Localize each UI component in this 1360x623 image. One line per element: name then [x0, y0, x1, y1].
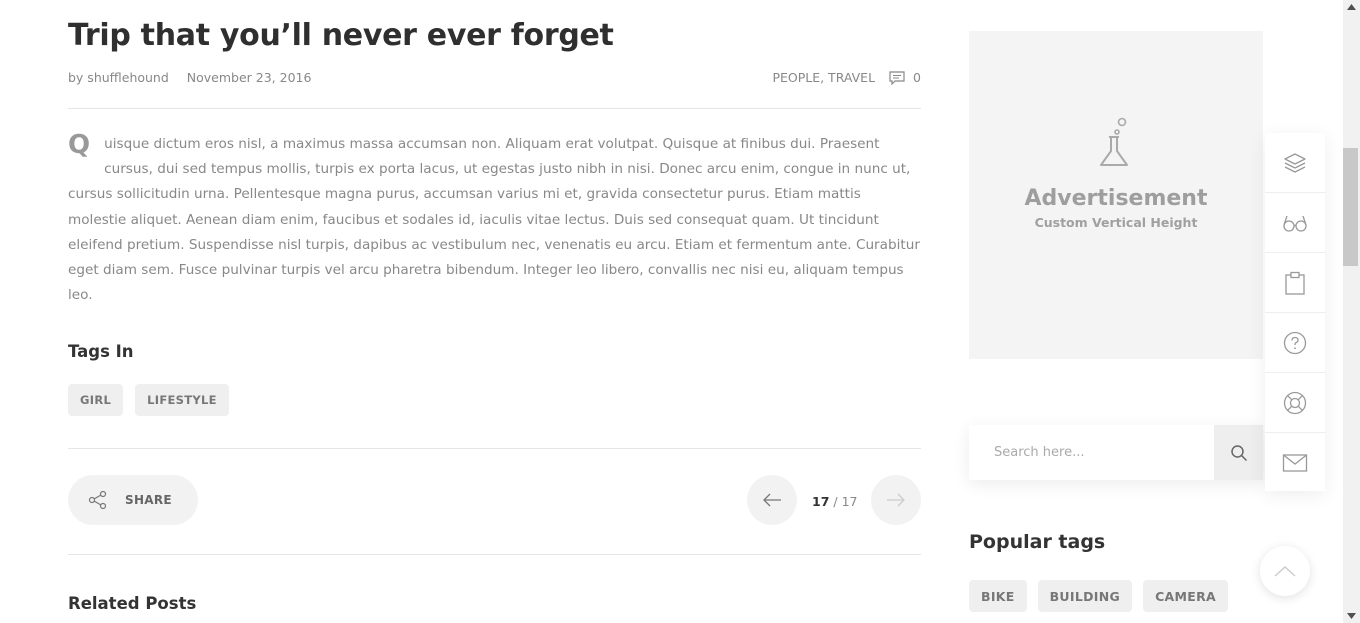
mail-icon: [1282, 454, 1308, 472]
post-body: Q uisque dictum eros nisl, a maximus mas…: [68, 132, 921, 308]
dock-help[interactable]: [1265, 313, 1325, 373]
search-button[interactable]: [1214, 425, 1263, 480]
scroll-to-top-button[interactable]: [1260, 546, 1310, 596]
dock-demos[interactable]: [1265, 133, 1325, 193]
tags-heading: Tags In: [68, 342, 134, 361]
post-author[interactable]: by shufflehound: [68, 70, 169, 85]
divider: [68, 448, 921, 449]
post-meta: by shufflehound November 23, 2016: [68, 70, 311, 85]
tag-lifestyle[interactable]: LIFESTYLE: [135, 384, 229, 416]
scrollbar-thumb[interactable]: [1343, 148, 1358, 266]
popular-tags: BIKE BUILDING CAMERA: [969, 580, 1228, 612]
comment-count: 0: [913, 70, 921, 85]
lifebuoy-icon: [1283, 391, 1307, 414]
tag-camera[interactable]: CAMERA: [1143, 580, 1228, 612]
flask-icon: [1100, 117, 1128, 166]
share-icon: [88, 490, 107, 510]
post-meta-right: PEOPLE, TRAVEL 0: [772, 70, 921, 85]
post-body-text: uisque dictum eros nisl, a maximus massa…: [68, 136, 920, 304]
divider: [68, 554, 921, 555]
comments-link[interactable]: 0: [889, 70, 921, 85]
advertisement-box[interactable]: Advertisement Custom Vertical Height: [969, 31, 1263, 359]
dock-purchase[interactable]: [1265, 253, 1325, 313]
dock-preview[interactable]: [1265, 193, 1325, 253]
arrow-left-icon: [763, 493, 781, 507]
dock-contact[interactable]: [1265, 433, 1325, 493]
tag-building[interactable]: BUILDING: [1037, 580, 1133, 612]
post-date[interactable]: November 23, 2016: [187, 70, 312, 85]
search-widget: [969, 425, 1263, 480]
search-input[interactable]: [969, 425, 1214, 480]
share-button[interactable]: SHARE: [68, 475, 198, 525]
tag-girl[interactable]: GIRL: [68, 384, 124, 416]
divider: [68, 108, 921, 109]
dropcap: Q: [68, 130, 91, 160]
ad-subtitle: Custom Vertical Height: [1034, 215, 1198, 230]
scroll-down-arrow-icon[interactable]: [1347, 613, 1356, 619]
pager-separator: /: [829, 494, 842, 509]
post-title: Trip that you’ll never ever forget: [68, 18, 614, 53]
post-categories[interactable]: PEOPLE, TRAVEL: [772, 70, 875, 85]
comment-icon: [889, 70, 905, 85]
post-tags: GIRL LIFESTYLE: [68, 384, 229, 416]
related-posts-heading: Related Posts: [68, 594, 197, 613]
search-icon: [1230, 444, 1247, 461]
next-post-button[interactable]: [871, 475, 921, 525]
chevron-up-icon: [1274, 566, 1296, 577]
tag-bike[interactable]: BIKE: [969, 580, 1027, 612]
clipboard-icon: [1285, 271, 1305, 295]
help-icon: [1283, 331, 1307, 354]
pager-total: 17: [841, 494, 858, 509]
pager-current: 17: [812, 494, 830, 509]
share-label: SHARE: [125, 493, 172, 507]
arrow-right-icon: [887, 493, 905, 507]
floating-dock: [1265, 133, 1325, 491]
popular-tags-heading: Popular tags: [969, 531, 1106, 553]
pager: 17 / 17: [812, 494, 857, 509]
scroll-up-arrow-icon[interactable]: [1347, 4, 1356, 10]
glasses-icon: [1283, 215, 1307, 232]
prev-post-button[interactable]: [747, 475, 797, 525]
ad-title: Advertisement: [1024, 186, 1208, 211]
layers-icon: [1284, 152, 1306, 173]
dock-support[interactable]: [1265, 373, 1325, 433]
scrollbar-track[interactable]: [1343, 0, 1360, 623]
